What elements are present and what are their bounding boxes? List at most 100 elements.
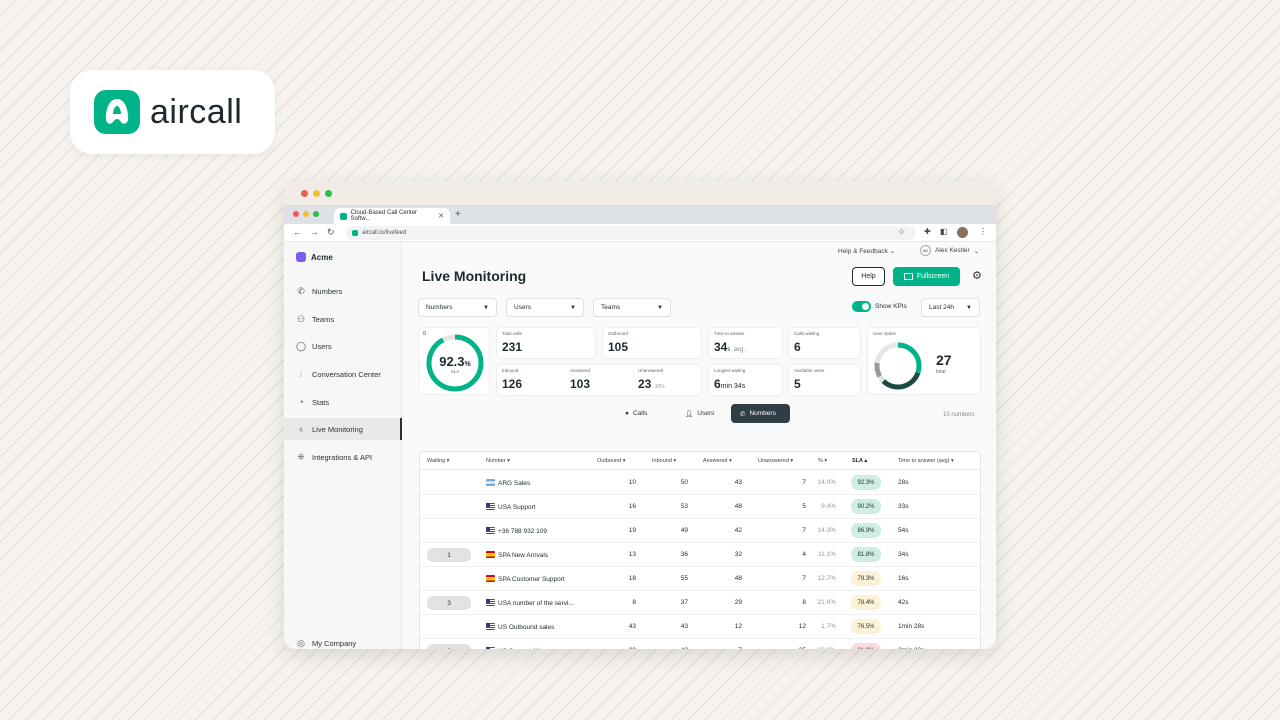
col-number[interactable]: Number ▾ (486, 458, 510, 464)
time-range-select[interactable]: Last 24h ▼ (921, 298, 980, 317)
browser-minimize-dot[interactable] (303, 211, 309, 217)
sidepanel-icon[interactable]: ◧ (940, 227, 948, 236)
table-row[interactable]: SPA Customer Support 18 55 48 7 12.7% 79.3% 16s (420, 567, 980, 591)
minimize-window-dot[interactable] (313, 190, 320, 197)
sla-kpi-card: 0 92.3% SLA (418, 327, 490, 395)
col-waiting[interactable]: Waiting ▾ (427, 458, 449, 464)
settings-gear-icon[interactable]: ⚙ (972, 269, 982, 282)
caret-down-icon: ▼ (966, 304, 972, 311)
sidebar-item-stats[interactable]: ◔ Stats (284, 391, 402, 413)
toggle-switch[interactable] (852, 301, 871, 312)
number-name: SPA New Arrivals (498, 552, 549, 559)
col-time-to-answer[interactable]: Time to answer (avg) ▾ (898, 458, 954, 464)
flag-ar-icon (486, 479, 495, 486)
table-row[interactable]: 3 USA number of the servi... 8 37 29 8 21.6% 78… (420, 591, 980, 615)
kpi-label: Answered (570, 368, 591, 373)
forward-icon[interactable]: → (310, 227, 319, 237)
sidebar-item-live-monitoring[interactable]: ♁ Live Monitoring (284, 418, 402, 440)
col-answered[interactable]: Answered ▾ (703, 458, 732, 464)
kpi-label: Outbound (608, 331, 628, 336)
kpi-value: 126 (502, 377, 523, 391)
user-status-total: 27 (936, 352, 952, 368)
table-row[interactable]: 8 US Support Managers 20 42 7 3568.9% 61.8% 3mi… (420, 639, 980, 649)
time-to-answer-cell: 42s (898, 599, 909, 606)
new-tab-icon[interactable]: + (455, 209, 461, 220)
sidebar-item-conversation-center[interactable]: ⦙ Conversation Center (284, 363, 402, 385)
sidebar-item-numbers[interactable]: ✆ Numbers (284, 280, 402, 302)
bookmark-star-icon[interactable]: ☆ (898, 227, 905, 236)
table-row[interactable]: ARG Sales 10 50 43 7 14.0% 92.3% 28s (420, 471, 980, 495)
inbound-cell: 55 (680, 575, 688, 582)
close-tab-icon[interactable]: ✕ (438, 212, 444, 220)
segment-numbers[interactable]: ✆ Numbers (731, 404, 790, 423)
col-inbound[interactable]: Inbound ▾ (652, 458, 676, 464)
numbers-filter-select[interactable]: Numbers ▼ (418, 298, 497, 317)
browser-tabbar: Cloud-Based Call Center Softw... ✕ + (284, 206, 996, 224)
waiting-count-badge: 1 (427, 548, 471, 562)
col-pct[interactable]: % ▾ (818, 458, 827, 464)
sidebar-item-my-company[interactable]: ◎ My Company (284, 632, 402, 649)
phone-icon: ✆ (740, 410, 746, 418)
aircall-logo-text: aircall (150, 92, 243, 131)
kpi-label: Available users (794, 368, 825, 373)
help-button[interactable]: Help (852, 267, 885, 286)
segment-users[interactable]: 👤︎ Users (676, 404, 723, 423)
plug-icon: ⁜ (297, 451, 305, 462)
profile-avatar[interactable] (957, 227, 968, 238)
sidebar-item-users[interactable]: ◯ Users (284, 335, 402, 357)
maximize-window-dot[interactable] (325, 190, 332, 197)
col-sla[interactable]: SLA ▴ (852, 458, 867, 464)
page-title: Live Monitoring (422, 268, 527, 284)
kpi-label: Unanswered (638, 368, 664, 373)
browser-tab[interactable]: Cloud-Based Call Center Softw... ✕ (334, 208, 450, 224)
sidebar-item-integrations[interactable]: ⁜ Integrations & API (284, 446, 402, 468)
browser-maximize-dot[interactable] (313, 211, 319, 217)
close-window-dot[interactable] (301, 190, 308, 197)
kpi-label: Total calls (502, 331, 522, 336)
sla-badge: 76.5% (851, 619, 881, 634)
table-row[interactable]: US Outbound sales 43 43 12 12 1.7% 76.5% 1min 2… (420, 615, 980, 639)
back-icon[interactable]: ← (293, 227, 302, 237)
col-outbound[interactable]: Outbound ▾ (597, 458, 625, 464)
fullscreen-button[interactable]: Fullscreen (893, 267, 960, 286)
waiting-count-badge: 3 (427, 596, 471, 610)
table-row[interactable]: +36 788 932 109 19 49 42 7 14.3% 86.9% 54s (420, 519, 980, 543)
org-name: Acme (311, 252, 333, 262)
inbound-cell: 37 (680, 599, 688, 606)
kpi-value: 5 (794, 377, 801, 391)
number-name-cell: SPA New Arrivals (486, 551, 548, 559)
number-name: ARG Sales (498, 480, 531, 487)
unanswered-cell: 7 (802, 527, 806, 534)
table-row[interactable]: 1 SPA New Arrivals 13 36 32 4 11.1% 81.8% 34s (420, 543, 980, 567)
outbound-cell: 20 (606, 647, 636, 649)
kpi-available-users: Available users 5 (788, 364, 861, 396)
pct-cell: 68.9% (806, 647, 836, 649)
inbound-cell: 53 (680, 503, 688, 510)
reload-icon[interactable]: ↻ (327, 227, 335, 238)
number-name: USA number of the servi... (498, 600, 574, 607)
sidebar-item-teams[interactable]: ⚇ Teams (284, 308, 402, 330)
help-feedback-menu[interactable]: Help & Feedback ⌄ (838, 247, 895, 255)
browser-menu-icon[interactable]: ⋮ (979, 227, 987, 236)
col-unanswered[interactable]: Unanswered ▾ (758, 458, 793, 464)
table-row[interactable]: USA Support 16 53 48 5 9.4% 90.2% 33s (420, 495, 980, 519)
answered-cell: 29 (734, 599, 742, 606)
url-field[interactable]: aircall.io/livefeed (346, 226, 916, 240)
user-menu[interactable]: AK Alex Kestler ⌄ (920, 245, 979, 256)
kpi-value: 105 (608, 340, 629, 354)
org-switcher[interactable]: Acme (296, 252, 333, 262)
user-status-donut (874, 342, 922, 390)
site-icon (352, 230, 358, 236)
teams-filter-select[interactable]: Teams ▼ (593, 298, 671, 317)
window-controls (301, 190, 332, 197)
outbound-cell: 16 (628, 503, 636, 510)
kpi-label: Time to answer (714, 331, 745, 336)
browser-close-dot[interactable] (293, 211, 299, 217)
users-filter-select[interactable]: Users ▼ (506, 298, 584, 317)
extensions-icon[interactable]: ✚ (924, 227, 931, 236)
sla-badge: 86.9% (851, 523, 881, 538)
segment-calls[interactable]: ● Calls (616, 404, 656, 423)
kpi-label: Inbound (502, 368, 519, 373)
answered-cell: 12 (734, 623, 742, 630)
show-kpis-toggle[interactable]: Show KPIs (852, 301, 907, 312)
